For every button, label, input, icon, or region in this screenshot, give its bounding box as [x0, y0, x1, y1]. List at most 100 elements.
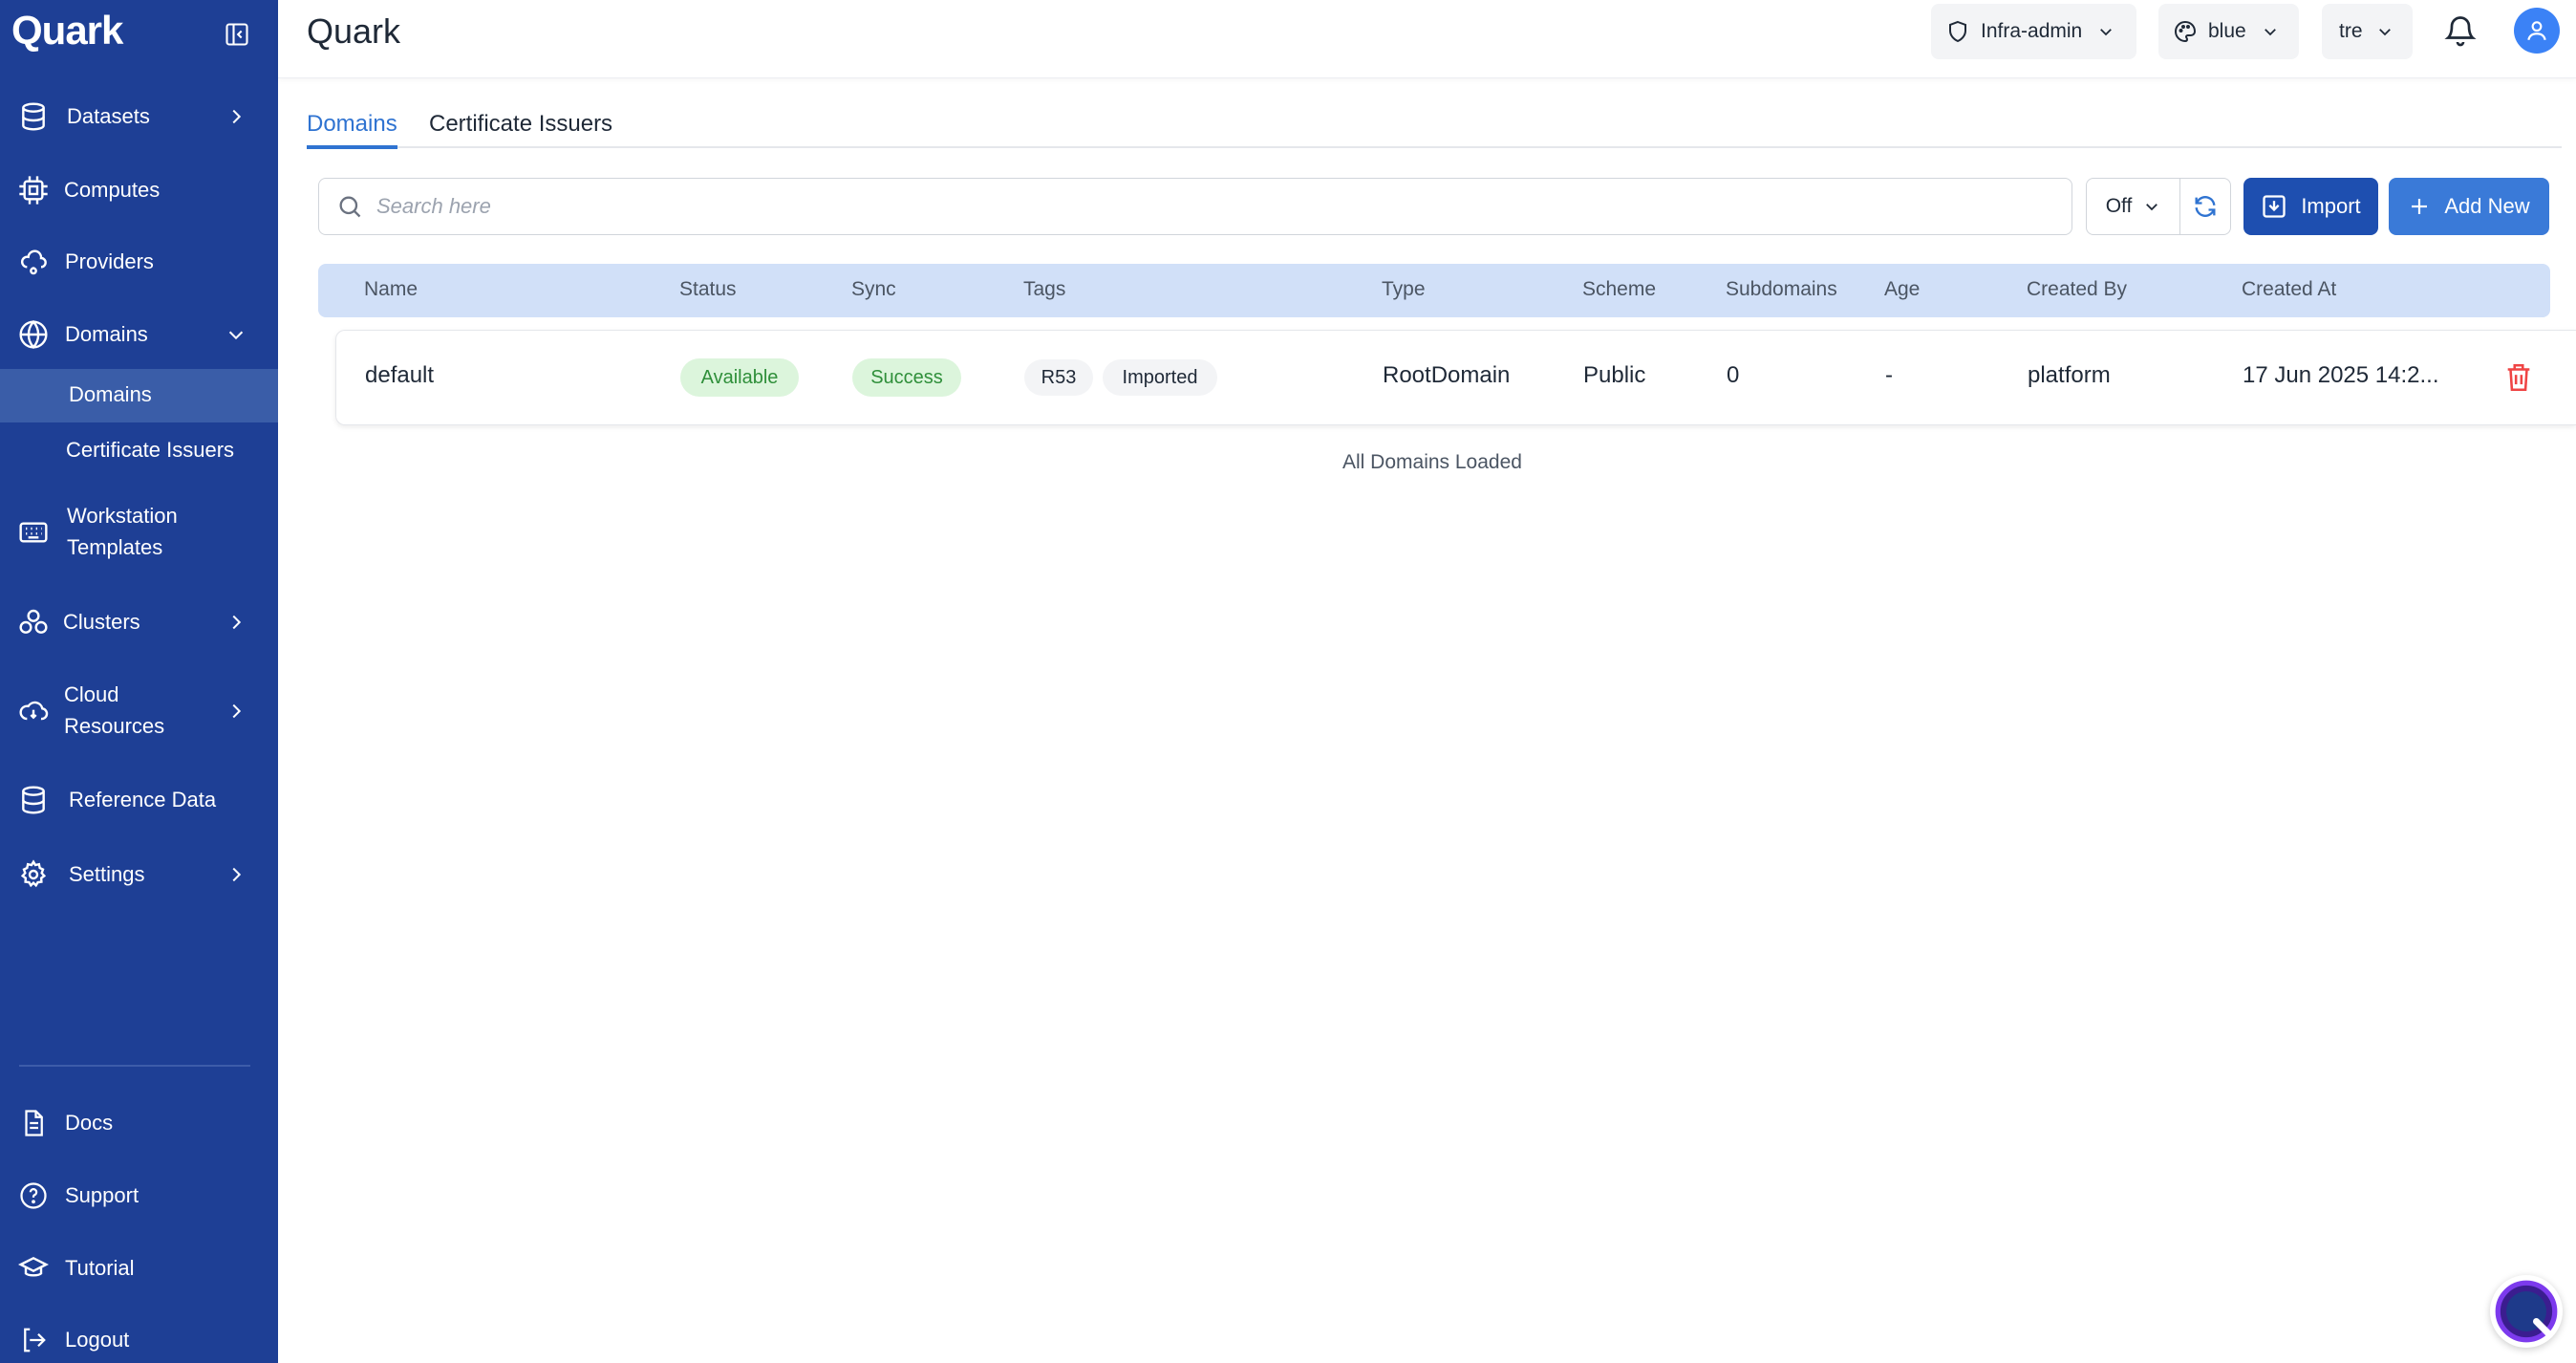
sidebar-item-computes[interactable]: Computes: [0, 174, 278, 206]
brand-logo: Quark: [11, 8, 123, 53]
column-header-created-at[interactable]: Created At: [2242, 278, 2336, 301]
column-header-created-by[interactable]: Created By: [2027, 278, 2127, 301]
sidebar-item-label: Datasets: [67, 104, 150, 128]
column-header-tags[interactable]: Tags: [1023, 278, 1065, 301]
database-icon: [17, 784, 50, 816]
sidebar: Quark Datasets Computes Providers Domain…: [0, 0, 278, 1363]
sidebar-item-label: Providers: [65, 249, 154, 273]
refresh-button[interactable]: [2180, 179, 2230, 234]
sidebar-item-label: Cloud Resources: [64, 682, 165, 738]
search-input[interactable]: [376, 194, 2001, 219]
column-header-name[interactable]: Name: [364, 278, 418, 301]
globe-icon: [17, 318, 50, 351]
column-header-age[interactable]: Age: [1884, 278, 1920, 301]
chevron-right-icon: [232, 109, 242, 124]
role-selector[interactable]: Infra-admin: [1931, 4, 2136, 59]
sidebar-item-label: Domains: [65, 322, 148, 346]
table-header: Name Status Sync Tags Type Scheme Subdom…: [318, 264, 2550, 317]
sync-badge: Success: [852, 358, 961, 397]
sidebar-item-label: Clusters: [63, 610, 140, 634]
sidebar-item-label: Workstation Templates: [67, 504, 178, 559]
tab-bar: Domains Certificate Issuers: [307, 105, 2562, 149]
status-badge: Available: [680, 358, 799, 397]
cell-created-at: 17 Jun 2025 14:2...: [2243, 362, 2439, 388]
theme-selector[interactable]: blue: [2158, 4, 2299, 59]
add-new-button[interactable]: Add New: [2389, 178, 2549, 235]
search-icon: [339, 196, 361, 218]
cloud-icon: [17, 695, 50, 727]
column-header-status[interactable]: Status: [679, 278, 737, 301]
table-row[interactable]: default Available Success R53 Imported R…: [335, 330, 2576, 425]
sidebar-subitem-label: Certificate Issuers: [66, 438, 235, 462]
cell-subdomains: 0: [1727, 362, 1740, 388]
tag-chip: Imported: [1103, 359, 1217, 396]
assistant-logo-icon: [2495, 1280, 2558, 1343]
auto-refresh-value: Off: [2105, 195, 2133, 217]
list-end-message: All Domains Loaded: [1342, 451, 1522, 473]
page-title: Quark: [307, 11, 401, 51]
sidebar-item-support[interactable]: Support: [0, 1179, 278, 1212]
theme-value: blue: [2208, 20, 2246, 42]
graduation-cap-icon: [17, 1252, 50, 1285]
refresh-icon: [2195, 196, 2216, 217]
chevron-down-icon: [2264, 29, 2276, 36]
user-icon: [2527, 21, 2546, 41]
palette-icon: [2175, 20, 2197, 43]
sidebar-divider: [19, 1065, 250, 1067]
cell-scheme: Public: [1583, 362, 1646, 388]
collapse-sidebar-icon[interactable]: [224, 21, 250, 48]
tab-certificate-issuers[interactable]: Certificate Issuers: [429, 111, 612, 145]
cell-name: default: [365, 362, 435, 388]
cell-type: RootDomain: [1383, 362, 1511, 388]
plus-icon: [2412, 199, 2428, 214]
sync-control: Off: [2086, 178, 2231, 235]
sidebar-item-clusters[interactable]: Clusters: [0, 606, 278, 638]
sidebar-item-cloud-resources[interactable]: Cloud Resources: [0, 679, 278, 744]
document-icon: [17, 1107, 50, 1139]
sidebar-subitem-domains[interactable]: Domains: [0, 369, 278, 422]
column-header-scheme[interactable]: Scheme: [1582, 278, 1656, 301]
chevron-right-icon: [232, 867, 242, 882]
bell-icon[interactable]: [2443, 13, 2478, 48]
sidebar-item-docs[interactable]: Docs: [0, 1107, 278, 1139]
sidebar-item-workstation-templates[interactable]: Workstation Templates: [0, 500, 278, 565]
sidebar-item-label: Docs: [65, 1111, 114, 1135]
topbar: Quark Infra-admin blue tre: [278, 0, 2576, 78]
import-button[interactable]: Import: [2243, 178, 2378, 235]
sidebar-item-label: Reference Data: [69, 788, 217, 811]
column-header-sync[interactable]: Sync: [851, 278, 896, 301]
logout-icon: [17, 1324, 50, 1356]
tab-domains[interactable]: Domains: [307, 111, 397, 149]
chevron-down-icon: [2378, 29, 2391, 36]
sidebar-item-datasets[interactable]: Datasets: [0, 100, 278, 133]
tenant-selector[interactable]: tre: [2322, 4, 2413, 59]
chevron-down-icon: [2100, 29, 2113, 36]
sidebar-subitem-certificate-issuers[interactable]: Certificate Issuers: [0, 424, 278, 478]
sidebar-item-domains[interactable]: Domains: [0, 318, 278, 351]
sidebar-item-providers[interactable]: Providers: [0, 246, 278, 278]
sidebar-item-label: Logout: [65, 1328, 130, 1352]
assistant-button[interactable]: [2490, 1275, 2563, 1348]
sidebar-item-label: Settings: [69, 862, 145, 886]
help-icon: [17, 1179, 50, 1212]
chevron-down-icon: [2146, 204, 2158, 211]
chevron-down-icon: [228, 331, 244, 340]
sidebar-item-label: Tutorial: [65, 1256, 135, 1280]
user-avatar[interactable]: [2514, 8, 2560, 54]
trash-icon[interactable]: [2502, 361, 2535, 394]
sidebar-item-label: Computes: [64, 178, 161, 202]
auto-refresh-select[interactable]: Off: [2087, 179, 2180, 234]
cloud-network-icon: [17, 246, 50, 278]
column-header-subdomains[interactable]: Subdomains: [1726, 278, 1837, 301]
cell-created-by: platform: [2028, 362, 2111, 388]
column-header-type[interactable]: Type: [1382, 278, 1426, 301]
sidebar-item-reference-data[interactable]: Reference Data: [0, 784, 278, 816]
shield-icon: [1949, 20, 1966, 43]
database-icon: [17, 100, 50, 133]
sidebar-item-settings[interactable]: Settings: [0, 858, 278, 891]
sidebar-subitem-label: Domains: [69, 382, 152, 406]
sidebar-item-tutorial[interactable]: Tutorial: [0, 1252, 278, 1285]
download-icon: [2263, 195, 2286, 218]
cell-age: -: [1885, 362, 1893, 388]
sidebar-item-logout[interactable]: Logout: [0, 1324, 278, 1356]
